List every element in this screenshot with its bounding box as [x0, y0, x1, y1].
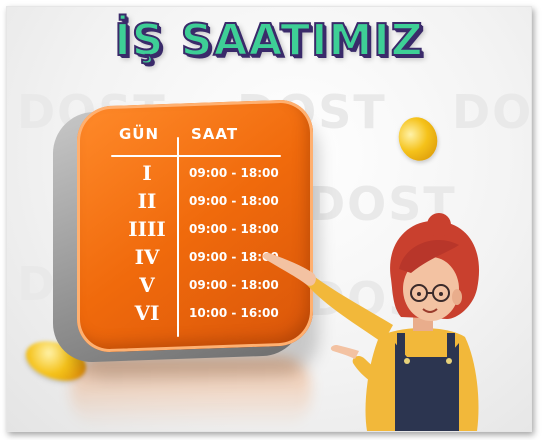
schedule-row: IIII 09:00 - 18:00: [109, 217, 289, 243]
day-label: I: [142, 161, 152, 185]
day-label: IIII: [128, 217, 166, 241]
hours-value: 09:00 - 18:00: [189, 278, 279, 292]
hours-value: 09:00 - 18:00: [189, 250, 279, 264]
schedule-row: I 09:00 - 18:00: [109, 161, 289, 187]
column-header-day: GÜN: [119, 125, 160, 143]
watermark-text: DOST: [307, 272, 457, 326]
schedule-row: II 09:00 - 18:00: [109, 189, 289, 215]
schedule-row: IV 09:00 - 18:00: [109, 245, 289, 271]
column-header-time: SAAT: [191, 125, 239, 143]
header-divider: [111, 155, 281, 157]
hours-value: 09:00 - 18:00: [189, 194, 279, 208]
schedule-row: VI 10:00 - 16:00: [109, 301, 289, 327]
hours-value: 09:00 - 18:00: [189, 166, 279, 180]
day-label: II: [137, 189, 157, 213]
day-label: VI: [134, 301, 160, 325]
day-label: IV: [134, 245, 160, 269]
schedule-row: V 09:00 - 18:00: [109, 273, 289, 299]
poster-frame: DOST DOST DOST DOST DOST DOST İŞ SAATIMI…: [6, 6, 532, 432]
watermark-text: DOST: [452, 85, 532, 139]
hours-value: 10:00 - 16:00: [189, 306, 279, 320]
page-title: İŞ SAATIMIZ: [113, 14, 424, 67]
watermark-text: DOST: [307, 177, 457, 231]
hours-value: 09:00 - 18:00: [189, 222, 279, 236]
day-label: V: [139, 273, 155, 297]
